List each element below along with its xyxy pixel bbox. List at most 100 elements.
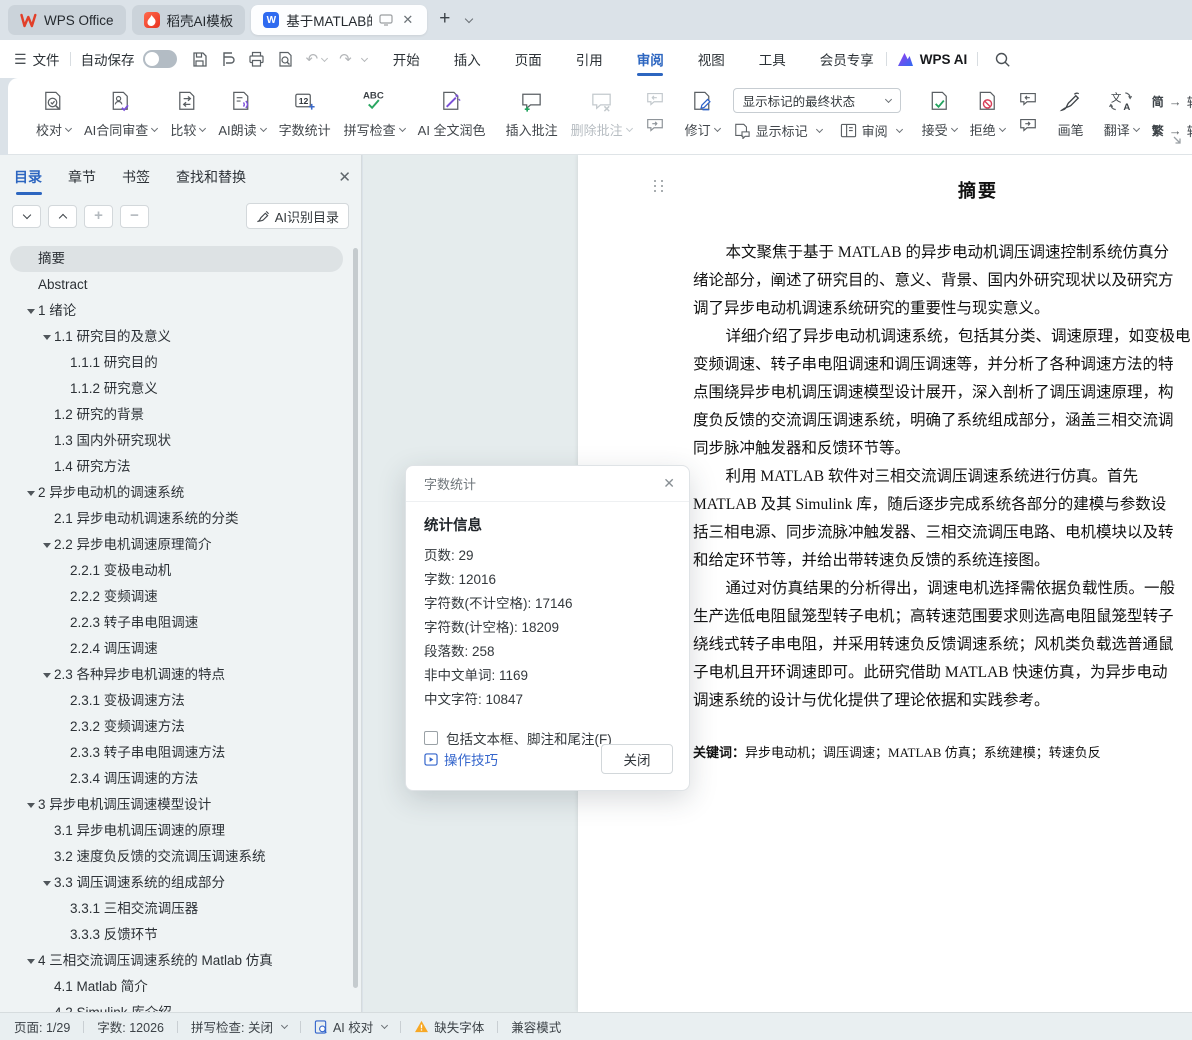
proofread-button[interactable]: 校对: [36, 87, 71, 139]
dialog-close-icon[interactable]: ✕: [663, 475, 675, 492]
toc-item[interactable]: 2.3.2 变频调速方法: [10, 714, 343, 740]
next-change-icon[interactable]: [1018, 117, 1038, 134]
redo-icon[interactable]: ↷: [339, 50, 352, 68]
collapse-arrow-icon[interactable]: [40, 335, 54, 340]
toc-item[interactable]: 4.2 Simulink 库介绍: [10, 1000, 343, 1012]
spell-check-status[interactable]: 拼写检查: 关闭: [191, 1017, 287, 1036]
search-icon[interactable]: [994, 51, 1011, 68]
toc-item[interactable]: 1.3 国内外研究现状: [10, 428, 343, 454]
print-icon[interactable]: [248, 51, 265, 67]
autosave-toggle[interactable]: [143, 50, 177, 68]
toc-item[interactable]: 1.1 研究目的及意义: [10, 324, 343, 350]
new-tab-button[interactable]: +: [433, 8, 456, 32]
toc-collapse-button[interactable]: [48, 205, 77, 228]
tab-document[interactable]: W 基于MATLAB的调压调速控制 ✕: [251, 5, 427, 35]
page-indicator[interactable]: 页面: 1/29: [14, 1017, 70, 1036]
export-pdf-icon[interactable]: [220, 51, 236, 68]
wps-ai-button[interactable]: WPS AI: [897, 52, 968, 67]
ai-proofread-status[interactable]: AI 校对: [314, 1017, 387, 1036]
toc-item[interactable]: 2.3.4 调压调速的方法: [10, 766, 343, 792]
review-pane-button[interactable]: 审阅: [840, 121, 902, 140]
insert-comment-button[interactable]: 插入批注: [506, 87, 558, 139]
menu-item-insert[interactable]: 插入: [452, 40, 483, 78]
toc-item[interactable]: 2.3 各种异步电机调速的特点: [10, 662, 343, 688]
toc-item[interactable]: 4 三相交流调压调速系统的 Matlab 仿真: [10, 948, 343, 974]
compatibility-mode-indicator[interactable]: 兼容模式: [511, 1017, 561, 1036]
toc-item[interactable]: 2.2 异步电机调速原理简介: [10, 532, 343, 558]
toc-item[interactable]: 1.2 研究的背景: [10, 402, 343, 428]
redo-chevron-icon[interactable]: [361, 54, 368, 61]
toc-item[interactable]: 2.1 异步电动机调速系统的分类: [10, 506, 343, 532]
sidebar-scrollbar[interactable]: [353, 248, 358, 988]
toc-item[interactable]: 1.4 研究方法: [10, 454, 343, 480]
tips-link[interactable]: 操作技巧: [424, 749, 498, 769]
toc-item[interactable]: 3.1 异步电机调压调速的原理: [10, 818, 343, 844]
ai-polish-button[interactable]: AI 全文润色: [418, 87, 486, 139]
collapse-arrow-icon[interactable]: [40, 881, 54, 886]
dialog-close-button[interactable]: 关闭: [601, 744, 673, 774]
undo-icon[interactable]: ↶: [306, 50, 328, 68]
word-count-button[interactable]: 12 字数统计: [279, 87, 331, 139]
save-icon[interactable]: [191, 51, 208, 68]
toc-item[interactable]: 1.1.1 研究目的: [10, 350, 343, 376]
toc-item[interactable]: 2.2.2 变频调速: [10, 584, 343, 610]
checkbox-icon[interactable]: [424, 731, 438, 745]
pen-button[interactable]: 画笔: [1058, 87, 1084, 139]
toc-item[interactable]: 4.1 Matlab 简介: [10, 974, 343, 1000]
collapse-arrow-icon[interactable]: [24, 309, 38, 314]
menu-item-reference[interactable]: 引用: [574, 40, 605, 78]
menu-item-view[interactable]: 视图: [696, 40, 727, 78]
menu-item-start[interactable]: 开始: [391, 40, 422, 78]
menu-item-tools[interactable]: 工具: [757, 40, 788, 78]
toc-item[interactable]: 2 异步电动机的调速系统: [10, 480, 343, 506]
toc-item[interactable]: 2.2.4 调压调速: [10, 636, 343, 662]
toc-item[interactable]: 3 异步电机调压调速模型设计: [10, 792, 343, 818]
toc-item[interactable]: 1.1.2 研究意义: [10, 376, 343, 402]
translate-button[interactable]: 文A 翻译: [1104, 87, 1139, 139]
collapse-arrow-icon[interactable]: [40, 673, 54, 678]
spell-check-button[interactable]: ABC 拼写检查: [344, 87, 405, 139]
toc-item[interactable]: 2.2.3 转子串电阻调速: [10, 610, 343, 636]
toc-zoom-in-button[interactable]: +: [84, 205, 113, 228]
menu-item-membership[interactable]: 会员专享: [818, 40, 876, 78]
sidebar-tab-contents[interactable]: 目录: [14, 161, 42, 193]
tab-wps-office[interactable]: WPS Office: [8, 5, 126, 35]
present-to-screen-icon[interactable]: [379, 14, 393, 26]
track-changes-button[interactable]: 修订: [685, 87, 720, 139]
toc-expand-button[interactable]: [12, 205, 41, 228]
word-count-indicator[interactable]: 字数: 12026: [97, 1017, 164, 1036]
toc-item[interactable]: 3.3 调压调速系统的组成部分: [10, 870, 343, 896]
sidebar-close-icon[interactable]: ✕: [338, 168, 351, 186]
dialog-header[interactable]: 字数统计 ✕: [406, 466, 689, 502]
next-comment-icon[interactable]: [645, 117, 665, 134]
collapse-arrow-icon[interactable]: [24, 959, 38, 964]
tab-list-chevron-icon[interactable]: [465, 15, 473, 23]
previous-comment-icon[interactable]: [645, 91, 665, 108]
show-markup-button[interactable]: 显示标记: [733, 121, 822, 140]
tab-docer-templates[interactable]: 稻壳AI模板: [132, 5, 246, 35]
close-tab-icon[interactable]: ✕: [400, 12, 415, 28]
toc-item[interactable]: 摘要: [10, 246, 343, 272]
toc-item[interactable]: 2.3.1 变极调速方法: [10, 688, 343, 714]
collapse-arrow-icon[interactable]: [24, 803, 38, 808]
menu-item-review[interactable]: 审阅: [635, 40, 666, 78]
sidebar-tab-find-replace[interactable]: 查找和替换: [176, 161, 246, 193]
reject-change-button[interactable]: 拒绝: [970, 87, 1005, 139]
ribbon-expand-icon[interactable]: [1172, 133, 1182, 148]
sidebar-tab-chapters[interactable]: 章节: [68, 161, 96, 193]
toc-item[interactable]: 3.2 速度负反馈的交流调压调速系统: [10, 844, 343, 870]
ai-read-aloud-button[interactable]: AI朗读: [218, 87, 265, 139]
delete-comment-button[interactable]: 删除批注: [571, 87, 632, 139]
sidebar-tab-bookmarks[interactable]: 书签: [122, 161, 150, 193]
print-preview-icon[interactable]: [277, 51, 294, 68]
accept-change-button[interactable]: 接受: [922, 87, 957, 139]
markup-state-dropdown[interactable]: 显示标记的最终状态: [733, 88, 901, 113]
missing-font-warning[interactable]: 缺失字体: [414, 1017, 484, 1036]
toc-zoom-out-button[interactable]: −: [120, 205, 149, 228]
compare-button[interactable]: 比较: [170, 87, 205, 139]
collapse-arrow-icon[interactable]: [24, 491, 38, 496]
toc-item[interactable]: 3.3.1 三相交流调压器: [10, 896, 343, 922]
toc-item[interactable]: 2.3.3 转子串电阻调速方法: [10, 740, 343, 766]
toc-item[interactable]: 1 绪论: [10, 298, 343, 324]
file-menu[interactable]: ☰ 文件: [14, 49, 60, 69]
